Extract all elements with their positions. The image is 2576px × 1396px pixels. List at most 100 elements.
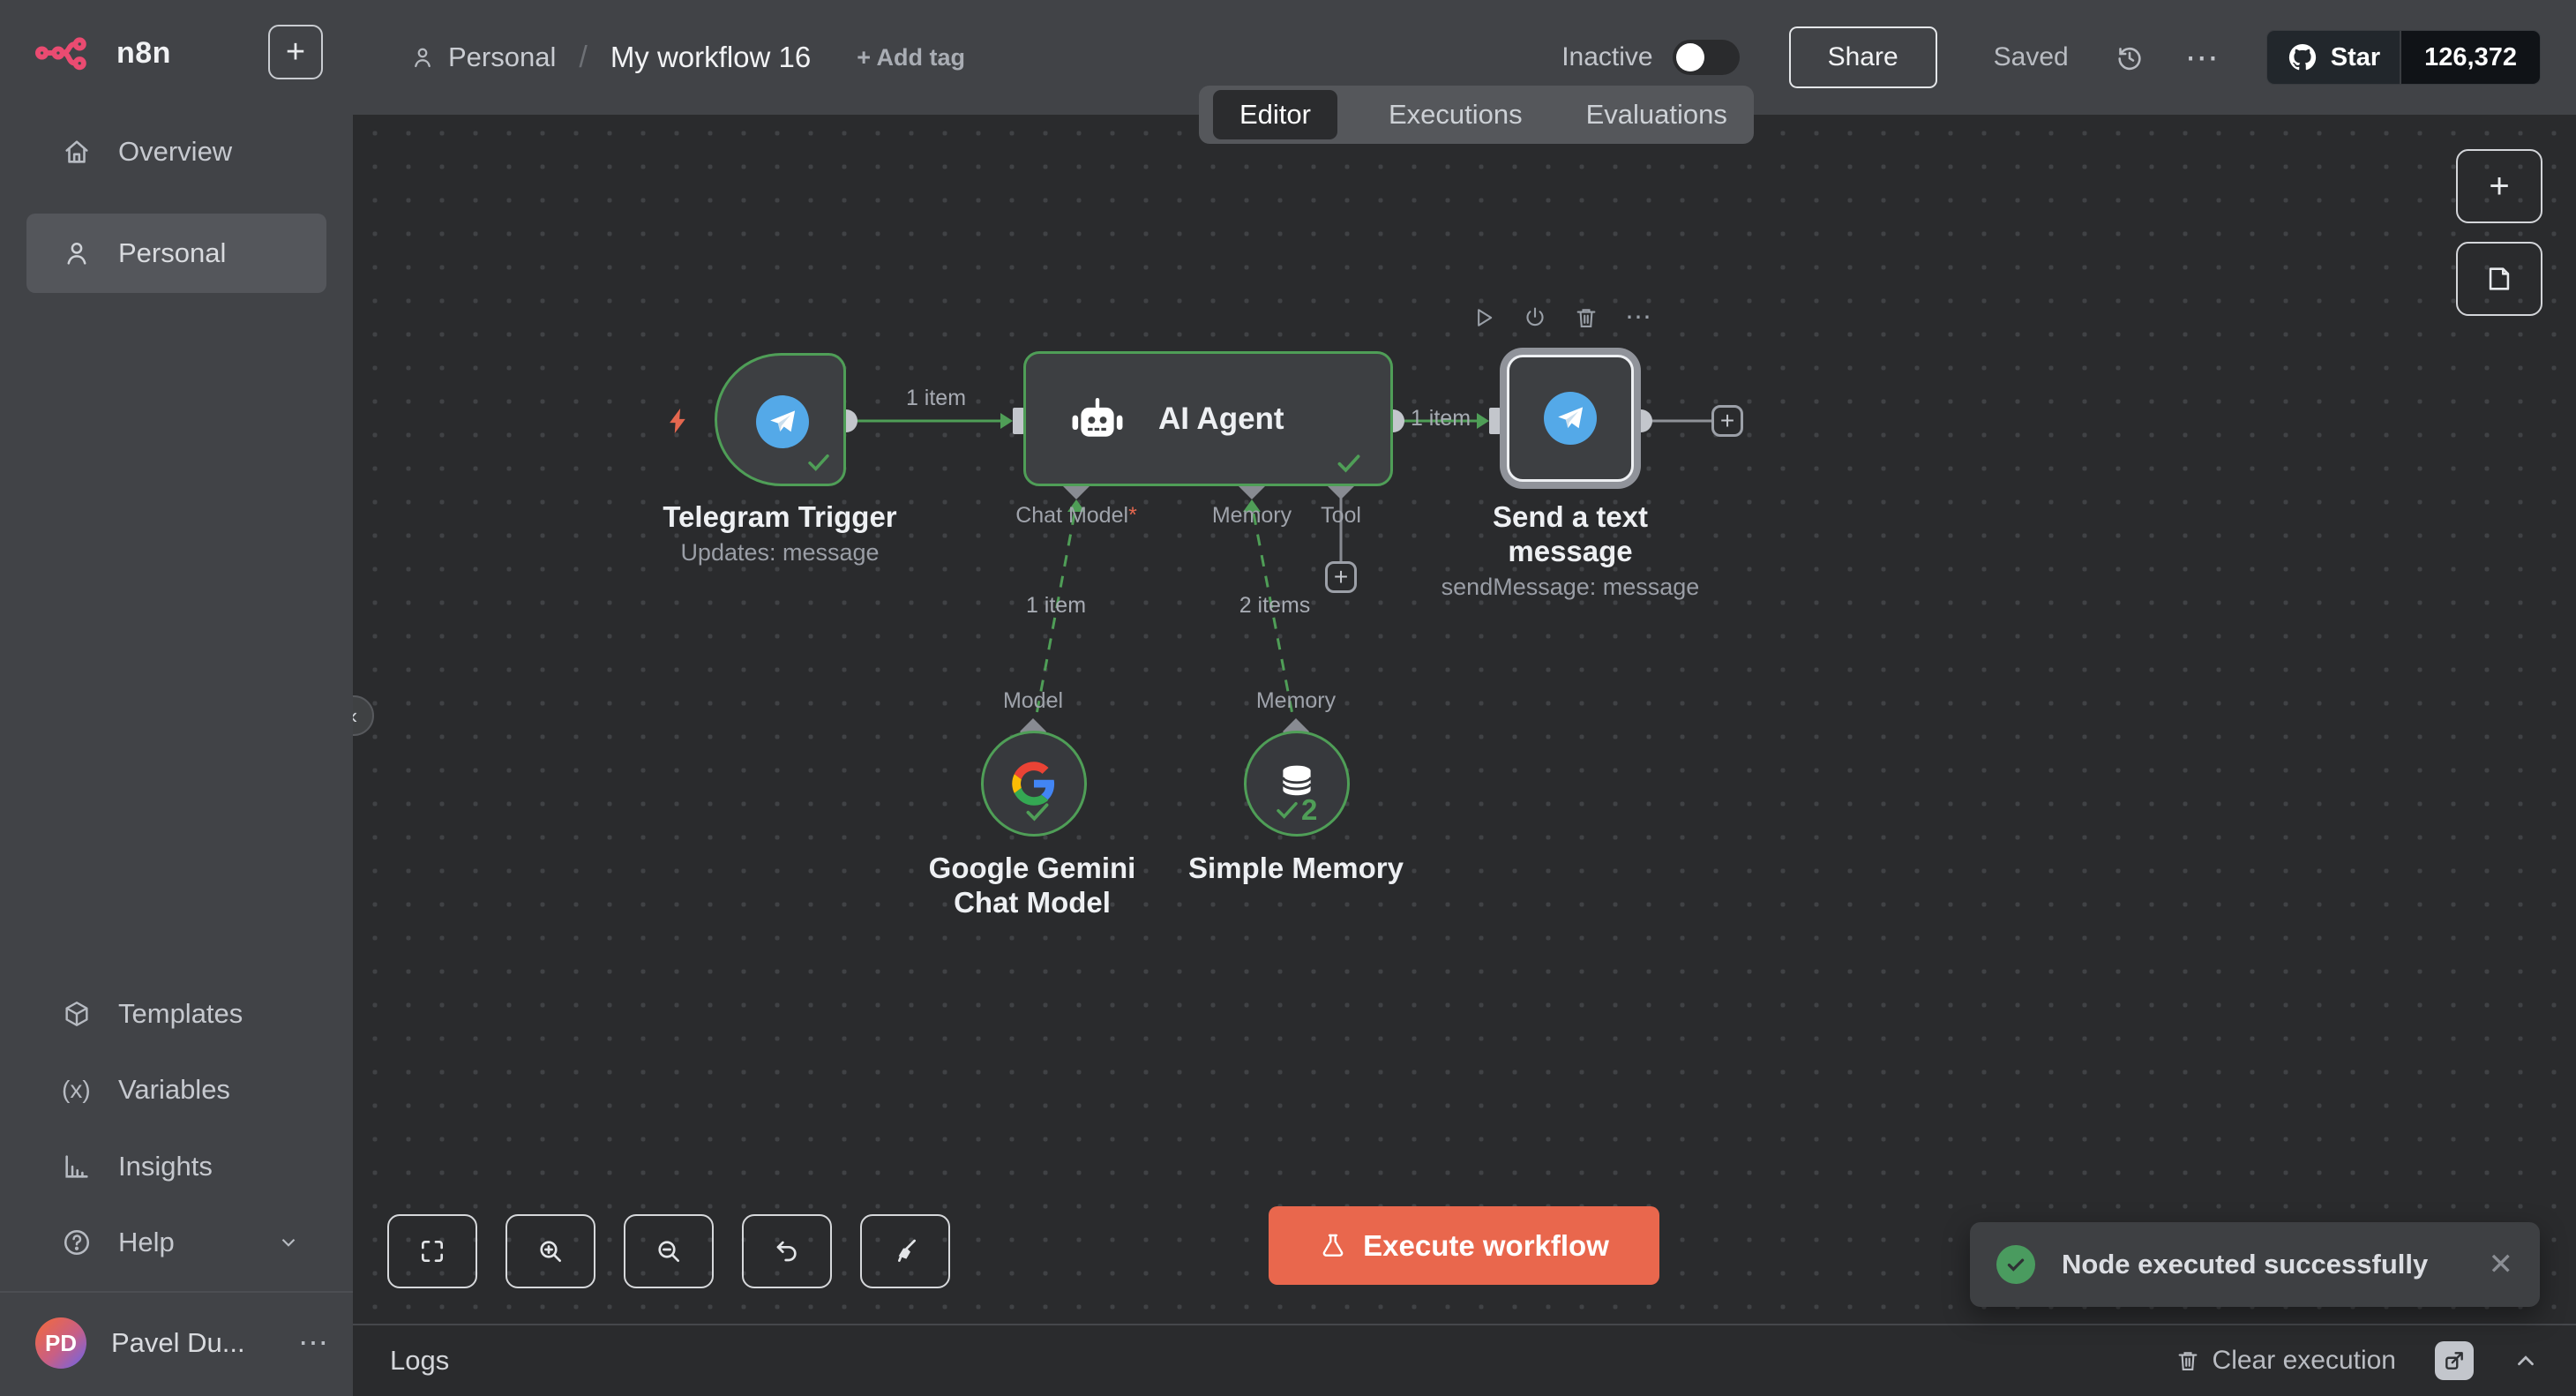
port-label-memory: Memory	[1212, 503, 1292, 529]
trash-icon[interactable]	[1574, 305, 1599, 330]
sidebar-item-templates[interactable]: Templates	[26, 986, 326, 1042]
node-subtitle-send: sendMessage: message	[1442, 574, 1700, 601]
logs-panel-header[interactable]: Logs Clear execution	[353, 1324, 2576, 1396]
workflow-status-label: Inactive	[1561, 42, 1652, 72]
avatar[interactable]: PD	[35, 1317, 86, 1369]
active-toggle[interactable]	[1673, 40, 1740, 75]
port-label-tool: Tool	[1321, 503, 1361, 529]
share-button[interactable]: Share	[1789, 26, 1937, 88]
collapse-logs-chevron-icon[interactable]	[2512, 1347, 2539, 1374]
node-title-send-line1: Send a text	[1493, 500, 1648, 534]
undo-button[interactable]	[742, 1214, 832, 1288]
workflow-canvas[interactable]: ‹ +	[353, 115, 2576, 1324]
sidebar-item-label: Overview	[118, 136, 232, 168]
node-toolbar: ⋯	[1471, 302, 1653, 333]
success-check-icon	[1022, 797, 1052, 827]
undo-icon	[773, 1237, 801, 1265]
tidy-up-button[interactable]	[860, 1214, 950, 1288]
github-icon	[2287, 41, 2318, 73]
popout-icon	[2443, 1349, 2466, 1372]
node-title-gemini-line2: Chat Model	[954, 886, 1111, 919]
person-icon	[409, 44, 436, 71]
edge-label-agent-send: 1 item	[1411, 406, 1471, 432]
sidebar-item-label: Insights	[118, 1151, 213, 1182]
flask-icon	[1319, 1232, 1347, 1260]
sidebar-item-overview[interactable]: Overview	[26, 124, 326, 180]
tab-evaluations[interactable]: Evaluations	[1574, 92, 1740, 138]
user-row[interactable]: PD Pavel Du... ⋯	[35, 1313, 330, 1373]
close-icon[interactable]: ✕	[2489, 1247, 2514, 1282]
tab-editor[interactable]: Editor	[1213, 90, 1337, 139]
port-label-memory-in: Memory	[1256, 688, 1336, 714]
sidebar-item-help[interactable]: Help	[26, 1214, 326, 1271]
add-next-node-button[interactable]: +	[1711, 405, 1743, 437]
help-icon	[62, 1227, 92, 1257]
zoom-out-button[interactable]	[624, 1214, 714, 1288]
breadcrumb-project[interactable]: Personal	[409, 41, 556, 73]
sidebar-item-label: Templates	[118, 998, 243, 1030]
new-workflow-button[interactable]: +	[268, 25, 323, 79]
success-check-icon	[1334, 448, 1364, 478]
sidebar-item-personal[interactable]: Personal	[26, 214, 326, 293]
sidebar-item-insights[interactable]: Insights	[26, 1138, 326, 1195]
open-logs-window-button[interactable]	[2435, 1341, 2474, 1380]
node-simple-memory[interactable]: 2	[1244, 731, 1350, 837]
sidebar-item-variables[interactable]: (x) Variables	[26, 1062, 326, 1118]
sidebar: n8n + Overview Personal Templates (x) Va…	[0, 0, 353, 1396]
toggle-knob	[1676, 43, 1704, 71]
breadcrumb: Personal / My workflow 16 + Add tag	[409, 41, 965, 75]
logs-title: Logs	[390, 1345, 449, 1377]
logs-actions: Clear execution	[2175, 1341, 2539, 1380]
node-title-send-line2: message	[1508, 535, 1632, 568]
user-menu-button[interactable]: ⋯	[298, 1325, 330, 1361]
telegram-icon	[1544, 392, 1597, 445]
execute-workflow-button[interactable]: Execute workflow	[1269, 1206, 1659, 1285]
github-star-widget[interactable]: Star 126,372	[2266, 30, 2541, 85]
trash-icon	[2175, 1348, 2200, 1373]
fit-view-button[interactable]	[387, 1214, 477, 1288]
add-node-button[interactable]: +	[2456, 149, 2542, 223]
node-title-simple-memory: Simple Memory	[1188, 852, 1404, 885]
tab-executions[interactable]: Executions	[1376, 92, 1535, 138]
github-star-label: Star	[2331, 43, 2380, 72]
zoom-in-button[interactable]	[505, 1214, 595, 1288]
success-check-icon	[805, 448, 833, 477]
zoom-in-icon	[536, 1237, 565, 1265]
breadcrumb-project-label: Personal	[448, 41, 556, 73]
port-label-model-in: Model	[1003, 688, 1063, 714]
power-icon[interactable]	[1523, 305, 1547, 330]
node-title-gemini-line1: Google Gemini	[929, 852, 1136, 885]
breadcrumb-separator: /	[579, 41, 587, 75]
user-name: Pavel Du...	[111, 1327, 245, 1359]
more-options-button[interactable]: ⋯	[2185, 38, 2220, 78]
sidebar-item-label: Help	[118, 1227, 175, 1258]
toast-success: Node executed successfully ✕	[1970, 1222, 2540, 1307]
robot-icon	[1067, 394, 1128, 444]
github-star-button[interactable]: Star	[2267, 31, 2401, 84]
workflow-title[interactable]: My workflow 16	[610, 41, 811, 74]
node-send-text-message[interactable]	[1500, 348, 1641, 489]
topbar-right: Inactive Share Saved ⋯ Star	[1561, 26, 2541, 88]
variables-icon: (x)	[62, 1076, 92, 1104]
required-asterisk: *	[1128, 503, 1137, 528]
node-telegram-trigger[interactable]	[715, 353, 846, 486]
brand-name: n8n	[116, 36, 171, 71]
node-title-telegram-trigger: Telegram Trigger	[663, 500, 896, 534]
trigger-bolt-icon	[663, 406, 693, 436]
add-tool-button[interactable]: +	[1325, 561, 1357, 593]
success-check-count: 2	[1273, 793, 1317, 827]
success-check-icon	[1273, 796, 1301, 824]
node-google-gemini[interactable]	[981, 731, 1087, 837]
canvas-controls	[387, 1214, 950, 1288]
node-ai-agent[interactable]: AI Agent	[1023, 351, 1393, 486]
execute-workflow-label: Execute workflow	[1363, 1229, 1609, 1263]
fit-view-icon	[418, 1237, 446, 1265]
play-icon[interactable]	[1471, 305, 1496, 330]
add-tag-button[interactable]: + Add tag	[857, 44, 965, 71]
node-more-icon[interactable]: ⋯	[1625, 302, 1653, 333]
clear-execution-button[interactable]: Clear execution	[2175, 1346, 2396, 1376]
add-sticky-note-button[interactable]	[2456, 242, 2542, 316]
sidebar-item-label: Personal	[118, 237, 226, 269]
home-icon	[62, 137, 92, 167]
history-button[interactable]	[2115, 42, 2145, 72]
